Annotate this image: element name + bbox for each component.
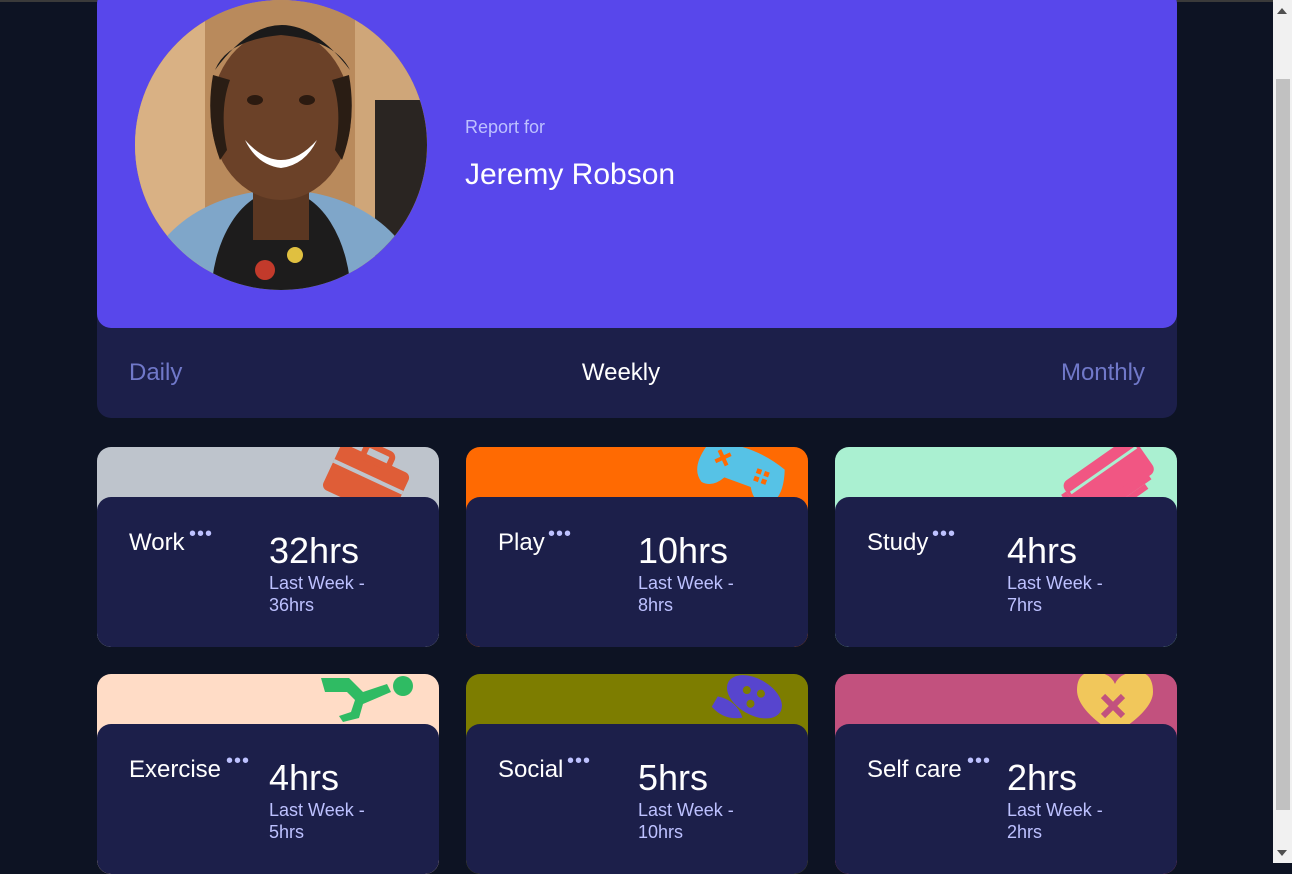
profile-card: Report for Jeremy Robson Daily Weekly Mo… bbox=[97, 0, 1177, 418]
card-exercise[interactable]: Exercise ••• 4hrs Last Week - 5hrs bbox=[97, 674, 439, 874]
card-title: Study bbox=[867, 529, 929, 556]
tab-monthly[interactable]: Monthly bbox=[1061, 359, 1145, 387]
scroll-up-arrow-icon[interactable] bbox=[1277, 8, 1287, 14]
ellipsis-icon[interactable]: ••• bbox=[567, 751, 591, 771]
current-hours: 5hrs bbox=[638, 757, 709, 798]
card-self-care-body: Self care ••• 2hrs Last Week - 2hrs bbox=[835, 724, 1177, 874]
current-hours: 2hrs bbox=[1007, 757, 1078, 798]
current-hours: 4hrs bbox=[1007, 530, 1078, 571]
card-title: Exercise bbox=[129, 756, 222, 783]
profile-header: Report for Jeremy Robson bbox=[97, 0, 1177, 328]
current-hours: 10hrs bbox=[638, 530, 729, 571]
card-social-body: Social ••• 5hrs Last Week - 10hrs bbox=[466, 724, 808, 874]
ellipsis-icon[interactable]: ••• bbox=[226, 751, 250, 771]
card-work-body: Work ••• 32hrs Last Week - 36hrs bbox=[97, 497, 439, 647]
scrollbar-thumb[interactable] bbox=[1276, 79, 1290, 810]
card-title: Play bbox=[498, 529, 545, 556]
current-hours: 4hrs bbox=[269, 757, 340, 798]
ellipsis-icon[interactable]: ••• bbox=[932, 524, 956, 544]
report-for-label: Report for bbox=[465, 117, 546, 137]
previous-hours: Last Week - 5hrs bbox=[269, 800, 365, 842]
previous-hours: Last Week - 8hrs bbox=[638, 573, 734, 615]
card-self-care[interactable]: Self care ••• 2hrs Last Week - 2hrs bbox=[835, 674, 1177, 874]
card-social[interactable]: Social ••• 5hrs Last Week - 10hrs bbox=[466, 674, 808, 874]
card-title: Work bbox=[129, 529, 185, 556]
card-play[interactable]: Play ••• 10hrs Last Week - 8hrs bbox=[466, 447, 808, 647]
previous-hours: Last Week - 2hrs bbox=[1007, 800, 1103, 842]
card-play-body: Play ••• 10hrs Last Week - 8hrs bbox=[466, 497, 808, 647]
tab-weekly[interactable]: Weekly bbox=[97, 359, 1145, 387]
avatar bbox=[135, 0, 427, 290]
card-study[interactable]: Study ••• 4hrs Last Week - 7hrs bbox=[835, 447, 1177, 647]
card-exercise-body: Exercise ••• 4hrs Last Week - 5hrs bbox=[97, 724, 439, 874]
previous-hours: Last Week - 10hrs bbox=[638, 800, 734, 842]
previous-hours: Last Week - 36hrs bbox=[269, 573, 365, 615]
current-hours: 32hrs bbox=[269, 530, 360, 571]
card-title: Social bbox=[498, 756, 564, 783]
card-study-body: Study ••• 4hrs Last Week - 7hrs bbox=[835, 497, 1177, 647]
ellipsis-icon[interactable]: ••• bbox=[967, 751, 991, 771]
ellipsis-icon[interactable]: ••• bbox=[548, 524, 572, 544]
scroll-down-arrow-icon[interactable] bbox=[1277, 850, 1287, 856]
ellipsis-icon[interactable]: ••• bbox=[189, 524, 213, 544]
card-work[interactable]: Work ••• 32hrs Last Week - 36hrs bbox=[97, 447, 439, 647]
previous-hours: Last Week - 7hrs bbox=[1007, 573, 1103, 615]
card-title: Self care bbox=[867, 756, 962, 783]
user-name: Jeremy Robson bbox=[465, 158, 676, 191]
